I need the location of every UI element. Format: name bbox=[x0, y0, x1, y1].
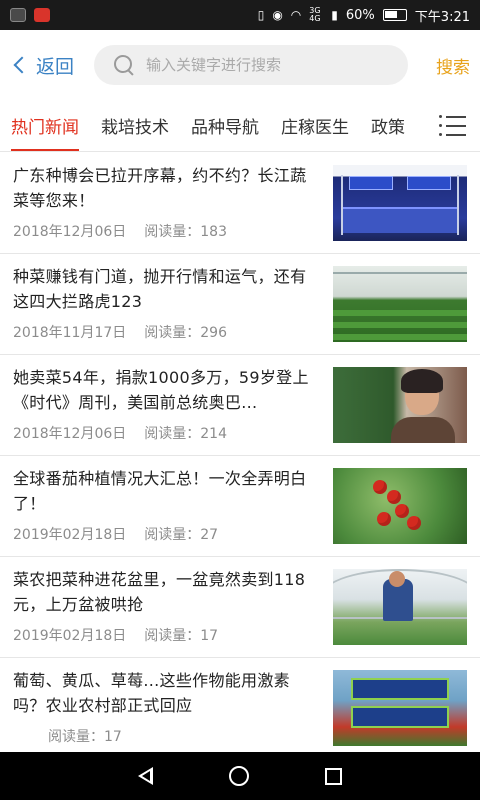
video-notification-icon bbox=[34, 8, 50, 22]
list-menu-icon bbox=[438, 115, 466, 118]
eye-comfort-icon: ◉ bbox=[272, 8, 283, 22]
article-meta: 2018年12月06日 阅读量：183 bbox=[13, 221, 321, 241]
search-icon bbox=[114, 55, 134, 75]
article-reads: 阅读量：17 bbox=[144, 628, 219, 644]
article-title: 广东种博会已拉开序幕，约不约？长江蔬菜等您来！ bbox=[13, 166, 307, 210]
chevron-left-icon bbox=[13, 56, 31, 74]
article-thumbnail bbox=[333, 367, 467, 443]
tab-crop-doctor[interactable]: 庄稼医生 bbox=[270, 100, 360, 151]
list-item[interactable]: 葡萄、黄瓜、草莓...这些作物能用激素吗？农业农村部正式回应 阅读量：17 bbox=[0, 658, 480, 751]
tab-policy[interactable]: 政策 bbox=[360, 100, 416, 151]
signal-icon: ▮ bbox=[331, 8, 338, 22]
list-item[interactable]: 广东种博会已拉开序幕，约不约？长江蔬菜等您来！ 2018年12月06日 阅读量：… bbox=[0, 153, 480, 254]
list-item[interactable]: 全球番茄种植情况大汇总！一次全弄明白了！ 2019年02月18日 阅读量：27 bbox=[0, 456, 480, 557]
article-meta: 2019年02月18日 阅读量：27 bbox=[13, 524, 321, 544]
nav-home-icon[interactable] bbox=[229, 766, 249, 786]
article-date: 2019年02月18日 bbox=[13, 527, 127, 543]
article-date: 2019年02月18日 bbox=[13, 628, 127, 644]
tab-strip: 热门新闻 栽培技术 品种导航 庄稼医生 政策 bbox=[0, 100, 424, 151]
battery-icon bbox=[382, 9, 407, 21]
article-meta: 2018年11月17日 阅读量：296 bbox=[13, 322, 321, 342]
search-box[interactable] bbox=[94, 45, 408, 85]
status-time: 下午3:21 bbox=[414, 9, 470, 25]
article-reads: 阅读量：183 bbox=[144, 224, 227, 240]
list-item[interactable]: 种菜赚钱有门道，抛开行情和运气，还有这四大拦路虎123 2018年11月17日 … bbox=[0, 254, 480, 355]
search-input[interactable] bbox=[146, 56, 386, 74]
article-title: 她卖菜54年，捐款1000多万，59岁登上《时代》周刊，美国前总统奥巴... bbox=[13, 368, 309, 412]
wifi-icon: ◠ bbox=[290, 8, 302, 22]
network-type-label: 3G 4G bbox=[309, 6, 321, 23]
notification-area bbox=[10, 8, 50, 22]
article-date: 2018年12月06日 bbox=[13, 426, 127, 442]
battery-percent: 60% bbox=[345, 7, 375, 23]
status-bar: ▯ ◉ ◠ 3G 4G ▮ 60% 下午3:21 bbox=[0, 0, 480, 30]
top-bar: 返回 搜索 bbox=[0, 30, 480, 100]
article-thumbnail bbox=[333, 670, 467, 746]
back-label: 返回 bbox=[36, 55, 75, 78]
vibrate-icon: ▯ bbox=[257, 8, 265, 22]
system-indicators: ▯ ◉ ◠ 3G 4G ▮ 60% 下午3:21 bbox=[258, 6, 470, 25]
article-meta: 2018年12月06日 阅读量：214 bbox=[13, 423, 321, 443]
article-meta: 2019年02月18日 阅读量：17 bbox=[13, 625, 321, 645]
wechat-notification-icon bbox=[10, 8, 26, 22]
list-item[interactable]: 她卖菜54年，捐款1000多万，59岁登上《时代》周刊，美国前总统奥巴... 2… bbox=[0, 355, 480, 456]
article-reads: 阅读量：214 bbox=[144, 426, 227, 442]
back-button[interactable]: 返回 bbox=[10, 52, 90, 79]
article-title: 葡萄、黄瓜、草莓...这些作物能用激素吗？农业农村部正式回应 bbox=[13, 671, 290, 715]
article-meta: 阅读量：17 bbox=[13, 726, 321, 746]
article-title: 菜农把菜种进花盆里，一盆竟然卖到118元，上万盆被哄抢 bbox=[13, 570, 306, 614]
tab-varieties[interactable]: 品种导航 bbox=[180, 100, 270, 151]
article-date: 2018年11月17日 bbox=[13, 325, 127, 341]
nav-back-icon[interactable] bbox=[138, 767, 153, 785]
article-thumbnail bbox=[333, 165, 467, 241]
search-button[interactable]: 搜索 bbox=[436, 53, 470, 78]
article-reads: 阅读量：17 bbox=[48, 729, 122, 745]
tab-cultivation[interactable]: 栽培技术 bbox=[90, 100, 180, 151]
list-item[interactable]: 菜农把菜种进花盆里，一盆竟然卖到118元，上万盆被哄抢 2019年02月18日 … bbox=[0, 557, 480, 658]
tab-hot-news[interactable]: 热门新闻 bbox=[0, 100, 90, 151]
article-reads: 阅读量：296 bbox=[144, 325, 227, 341]
article-thumbnail bbox=[333, 266, 467, 342]
nav-recents-icon[interactable] bbox=[325, 767, 342, 785]
system-nav-bar bbox=[0, 752, 480, 800]
article-reads: 阅读量：27 bbox=[144, 527, 219, 543]
article-thumbnail bbox=[333, 569, 467, 645]
article-list: 广东种博会已拉开序幕，约不约？长江蔬菜等您来！ 2018年12月06日 阅读量：… bbox=[0, 153, 480, 751]
article-thumbnail bbox=[333, 468, 467, 544]
article-date: 2018年12月06日 bbox=[13, 224, 127, 240]
category-menu-button[interactable] bbox=[424, 100, 480, 151]
article-title: 全球番茄种植情况大汇总！一次全弄明白了！ bbox=[13, 469, 307, 513]
article-title: 种菜赚钱有门道，抛开行情和运气，还有这四大拦路虎123 bbox=[13, 267, 307, 311]
category-tabs: 热门新闻 栽培技术 品种导航 庄稼医生 政策 bbox=[0, 100, 480, 152]
